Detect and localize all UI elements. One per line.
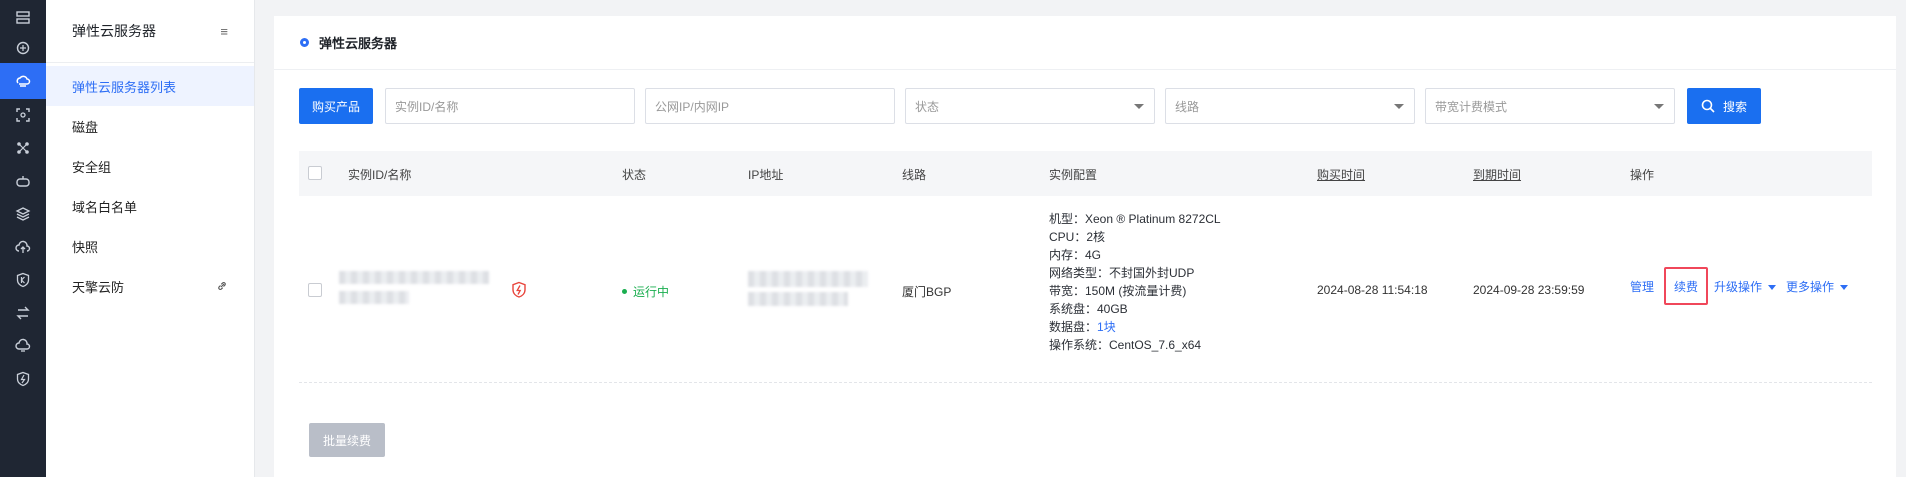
transfer-icon[interactable] [0, 295, 46, 331]
instance-search-input[interactable]: 实例ID/名称 [385, 88, 636, 124]
col-purchase-time[interactable]: 购买时间 [1317, 166, 1365, 183]
sidebar-item-tianqing[interactable]: 天擎云防 [46, 266, 254, 306]
cdn-icon[interactable] [0, 30, 46, 66]
sidebar-item-label: 快照 [72, 239, 99, 255]
batch-renew-button[interactable]: 批量续费 [309, 423, 386, 457]
col-status: 状态 [622, 168, 647, 182]
chevron-down-icon [1134, 104, 1145, 109]
status-dot-icon [622, 289, 627, 294]
cloud-upload-icon[interactable] [0, 229, 46, 265]
main-content: 弹性云服务器 购买产品 实例ID/名称 公网IP/内网IP 状态 线路 带宽计费… [274, 16, 1896, 477]
col-expire-time[interactable]: 到期时间 [1473, 166, 1521, 183]
status-badge: 运行中 [622, 283, 669, 300]
more-actions-label: 更多操作 [1786, 279, 1835, 294]
status-select[interactable]: 状态 [905, 88, 1156, 124]
instance-table: 实例ID/名称 状态 IP地址 线路 实例配置 购买时间 到期时间 操作 运行中 [299, 151, 1872, 383]
cloud-sync-icon[interactable] [0, 328, 46, 364]
col-config: 实例配置 [1049, 168, 1098, 182]
secondary-sidebar: 弹性云服务器 ≡ 弹性云服务器列表 磁盘 安全组 域名白名单 快照 天擎云防 [46, 0, 255, 477]
search-button-label: 搜索 [1723, 99, 1748, 114]
col-line: 线路 [902, 168, 927, 182]
caret-down-icon [1840, 284, 1849, 290]
line-select[interactable]: 线路 [1165, 88, 1416, 124]
caret-down-icon [1768, 284, 1777, 290]
search-icon [1701, 99, 1715, 113]
row-checkbox[interactable] [308, 283, 322, 297]
upgrade-dropdown[interactable]: 升级操作 [1714, 278, 1777, 295]
sidebar-item-security-group[interactable]: 安全组 [46, 146, 254, 186]
config-cpu: CPU：2核 [1049, 230, 1106, 244]
icon-sidebar [0, 0, 46, 477]
billing-mode-select[interactable]: 带宽计费模式 [1425, 88, 1676, 124]
collapse-menu-icon[interactable]: ≡ [220, 24, 228, 39]
col-ip: IP地址 [748, 168, 784, 182]
sidebar-item-instance-list[interactable]: 弹性云服务器列表 [46, 66, 254, 106]
sidebar-item-label: 弹性云服务器列表 [72, 79, 177, 95]
sidebar-item-label: 磁盘 [72, 119, 99, 135]
status-select-placeholder: 状态 [915, 99, 940, 114]
instance-config: 机型：Xeon ® Platinum 8272CL CPU：2核 内存：4G 网… [1049, 210, 1221, 354]
billing-select-placeholder: 带宽计费模式 [1435, 99, 1508, 114]
ip-search-input[interactable]: 公网IP/内网IP [645, 88, 896, 124]
chevron-down-icon [1394, 104, 1405, 109]
table-header: 实例ID/名称 状态 IP地址 线路 实例配置 购买时间 到期时间 操作 [299, 151, 1872, 196]
scan-icon[interactable] [0, 97, 46, 133]
sidebar-item-domain-whitelist[interactable]: 域名白名单 [46, 186, 254, 226]
shield-k-icon[interactable] [0, 262, 46, 298]
row-actions: 管理 续费 升级操作 更多操作 [1630, 267, 1849, 305]
tab-instances[interactable]: 弹性云服务器 [319, 33, 397, 52]
cloud-game-icon[interactable] [0, 163, 46, 199]
ip-address-redacted [748, 271, 868, 287]
radio-dot-icon [300, 38, 309, 47]
expire-time: 2024-09-28 23:59:59 [1473, 283, 1585, 297]
sidebar-header: 弹性云服务器 ≡ [46, 0, 254, 63]
filter-toolbar: 购买产品 实例ID/名称 公网IP/内网IP 状态 线路 带宽计费模式 搜索 [299, 88, 1762, 124]
sidebar-item-snapshot[interactable]: 快照 [46, 226, 254, 266]
status-text: 运行中 [633, 285, 670, 299]
sidebar-item-label: 域名白名单 [72, 199, 138, 215]
ip-address-redacted [748, 292, 848, 306]
col-ops: 操作 [1630, 168, 1655, 182]
cloud-host-icon[interactable] [0, 63, 46, 99]
network-icon[interactable] [0, 130, 46, 166]
config-data-disk: 数据盘：1块 [1049, 318, 1221, 336]
search-button[interactable]: 搜索 [1687, 88, 1762, 124]
sidebar-item-label: 天擎云防 [72, 279, 125, 295]
config-network-type: 网络类型：不封国外封UDP [1049, 266, 1195, 280]
sidebar-title: 弹性云服务器 [72, 23, 156, 39]
manage-link[interactable]: 管理 [1630, 278, 1654, 295]
data-disk-label: 数据盘： [1049, 320, 1098, 334]
renew-link[interactable]: 续费 [1664, 267, 1709, 305]
line-select-placeholder: 线路 [1175, 99, 1200, 114]
config-system-disk: 系统盘：40GB [1049, 302, 1128, 316]
shield-bolt-icon[interactable] [0, 361, 46, 397]
line-value: 厦门BGP [902, 285, 952, 299]
purchase-time: 2024-08-28 11:54:18 [1317, 283, 1428, 297]
buy-product-button[interactable]: 购买产品 [299, 88, 374, 124]
col-instance: 实例ID/名称 [348, 168, 412, 182]
external-link-icon [218, 282, 226, 290]
instance-id-redacted [339, 271, 489, 284]
data-disk-link[interactable]: 1块 [1097, 320, 1116, 334]
config-os: 操作系统：CentOS_7.6_x64 [1049, 338, 1202, 352]
layers-icon[interactable] [0, 196, 46, 232]
sidebar-menu: 弹性云服务器列表 磁盘 安全组 域名白名单 快照 天擎云防 [46, 63, 254, 306]
instance-name-redacted [339, 291, 409, 304]
sidebar-item-disk[interactable]: 磁盘 [46, 106, 254, 146]
shield-bolt-icon[interactable] [510, 281, 528, 299]
more-actions-dropdown[interactable]: 更多操作 [1786, 278, 1849, 295]
tab-bar: 弹性云服务器 [274, 16, 1896, 70]
sidebar-item-label: 安全组 [72, 159, 112, 175]
chevron-down-icon [1654, 104, 1665, 109]
config-model: 机型：Xeon ® Platinum 8272CL [1049, 212, 1221, 226]
config-bandwidth: 带宽：150M (按流量计费) [1049, 284, 1187, 298]
select-all-checkbox[interactable] [308, 166, 322, 180]
config-memory: 内存：4G [1049, 248, 1102, 262]
table-row: 运行中 厦门BGP 机型：Xeon ® Platinum 8272CL CPU：… [299, 196, 1872, 383]
upgrade-label: 升级操作 [1714, 279, 1763, 294]
